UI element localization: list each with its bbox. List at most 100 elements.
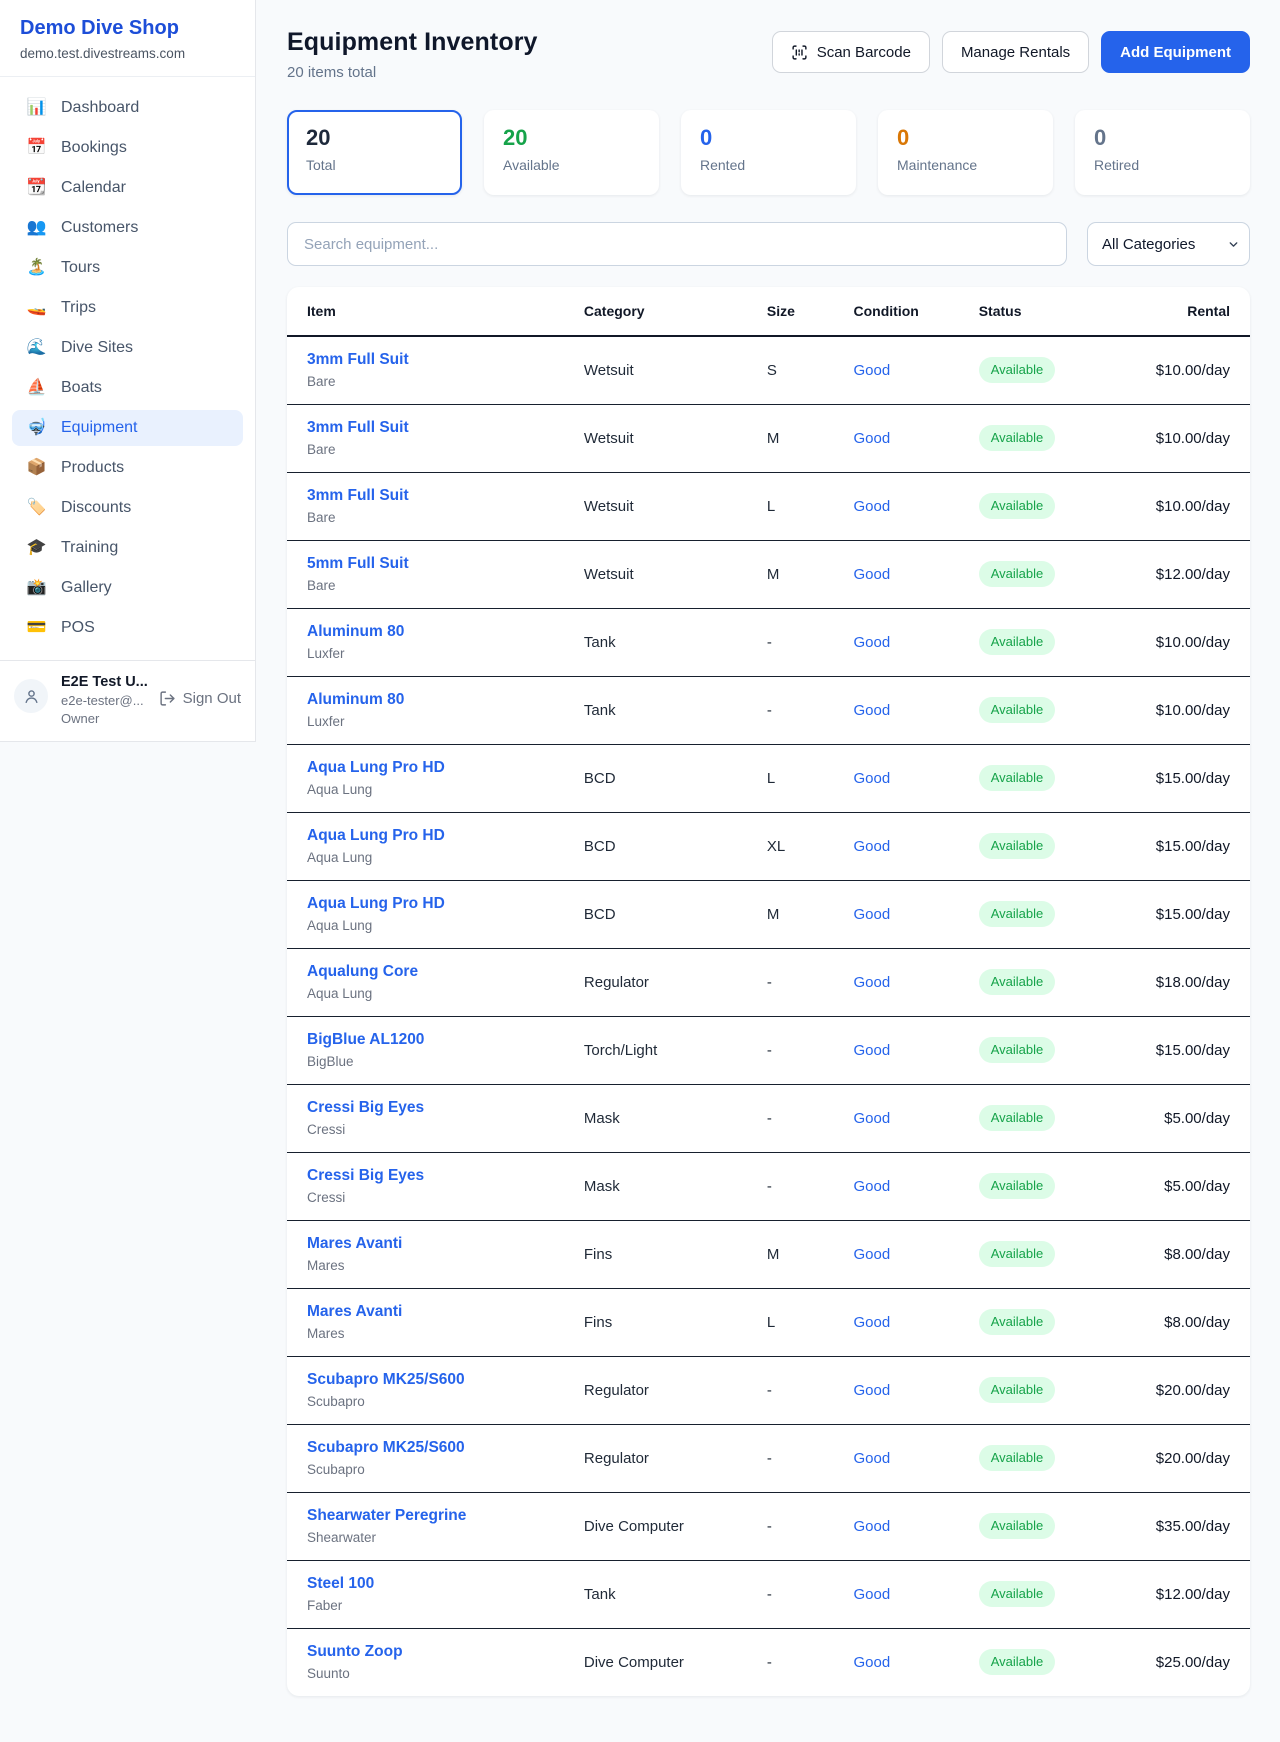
item-brand: BigBlue (307, 1054, 568, 1069)
condition-link[interactable]: Good (854, 1246, 891, 1263)
item-link[interactable]: Steel 100 (307, 1575, 568, 1593)
sidebar-item-customers[interactable]: 👥 Customers (12, 210, 243, 246)
item-link[interactable]: Scubapro MK25/S600 (307, 1371, 568, 1389)
condition-link[interactable]: Good (854, 1450, 891, 1467)
status-badge: Available (979, 493, 1056, 519)
item-brand: Bare (307, 374, 568, 389)
sidebar-item-pos[interactable]: 💳 POS (12, 610, 243, 646)
sidebar-item-label: Discounts (61, 499, 131, 517)
category-select-wrap: All Categories (1087, 222, 1250, 266)
sidebar-item-equipment[interactable]: 🤿 Equipment (12, 410, 243, 446)
table-row: Mares Avanti Mares Fins L Good Available… (287, 1288, 1250, 1356)
sidebar-item-dashboard[interactable]: 📊 Dashboard (12, 90, 243, 126)
item-link[interactable]: Aluminum 80 (307, 623, 568, 641)
stat-card-available[interactable]: 20 Available (484, 110, 659, 195)
item-brand: Bare (307, 578, 568, 593)
condition-link[interactable]: Good (854, 702, 891, 719)
condition-link[interactable]: Good (854, 566, 891, 583)
category-cell: Wetsuit (576, 336, 759, 404)
user-name: E2E Test U... (61, 674, 146, 690)
rental-cell: $18.00/day (1134, 948, 1250, 1016)
condition-link[interactable]: Good (854, 1382, 891, 1399)
item-link[interactable]: Scubapro MK25/S600 (307, 1439, 568, 1457)
item-link[interactable]: Mares Avanti (307, 1303, 568, 1321)
sidebar-item-products[interactable]: 📦 Products (12, 450, 243, 486)
condition-link[interactable]: Good (854, 1586, 891, 1603)
item-brand: Mares (307, 1326, 568, 1341)
stat-card-rented[interactable]: 0 Rented (681, 110, 856, 195)
item-link[interactable]: Cressi Big Eyes (307, 1167, 568, 1185)
item-link[interactable]: Aluminum 80 (307, 691, 568, 709)
item-link[interactable]: Shearwater Peregrine (307, 1507, 568, 1525)
condition-link[interactable]: Good (854, 1110, 891, 1127)
stat-card-maintenance[interactable]: 0 Maintenance (878, 110, 1053, 195)
sidebar-item-dive-sites[interactable]: 🌊 Dive Sites (12, 330, 243, 366)
item-link[interactable]: Mares Avanti (307, 1235, 568, 1253)
condition-link[interactable]: Good (854, 770, 891, 787)
bookings-icon: 📅 (26, 140, 47, 156)
item-link[interactable]: Aqua Lung Pro HD (307, 895, 568, 913)
condition-link[interactable]: Good (854, 974, 891, 991)
item-brand: Bare (307, 442, 568, 457)
category-cell: BCD (576, 744, 759, 812)
condition-link[interactable]: Good (854, 1314, 891, 1331)
manage-rentals-label: Manage Rentals (961, 44, 1070, 61)
sidebar-item-training[interactable]: 🎓 Training (12, 530, 243, 566)
rental-cell: $10.00/day (1134, 472, 1250, 540)
table-row: 5mm Full Suit Bare Wetsuit M Good Availa… (287, 540, 1250, 608)
condition-link[interactable]: Good (854, 634, 891, 651)
sidebar-item-bookings[interactable]: 📅 Bookings (12, 130, 243, 166)
scan-barcode-button[interactable]: Scan Barcode (772, 31, 930, 73)
condition-link[interactable]: Good (854, 498, 891, 515)
item-link[interactable]: Aqua Lung Pro HD (307, 759, 568, 777)
condition-link[interactable]: Good (854, 1518, 891, 1535)
item-link[interactable]: Aqualung Core (307, 963, 568, 981)
search-input[interactable] (287, 222, 1067, 266)
manage-rentals-button[interactable]: Manage Rentals (942, 31, 1089, 73)
table-row: Steel 100 Faber Tank - Good Available $1… (287, 1560, 1250, 1628)
equipment-table: Item Category Size Condition Status Rent… (287, 287, 1250, 1696)
category-cell: Regulator (576, 1424, 759, 1492)
size-cell: - (759, 1356, 846, 1424)
boats-icon: ⛵ (26, 380, 47, 396)
item-link[interactable]: 3mm Full Suit (307, 487, 568, 505)
rental-cell: $12.00/day (1134, 540, 1250, 608)
condition-link[interactable]: Good (854, 1654, 891, 1671)
item-link[interactable]: Suunto Zoop (307, 1643, 568, 1661)
stat-card-total[interactable]: 20 Total (287, 110, 462, 195)
sidebar-item-boats[interactable]: ⛵ Boats (12, 370, 243, 406)
sign-out-button[interactable]: Sign Out (159, 690, 241, 707)
sidebar-item-label: Dashboard (61, 99, 139, 117)
sidebar-nav: 📊 Dashboard 📅 Bookings 📆 Calendar 👥 Cust… (0, 77, 255, 660)
sidebar-item-tours[interactable]: 🏝️ Tours (12, 250, 243, 286)
size-cell: - (759, 1628, 846, 1696)
item-link[interactable]: BigBlue AL1200 (307, 1031, 568, 1049)
condition-link[interactable]: Good (854, 906, 891, 923)
main-content: Equipment Inventory 20 items total Scan … (256, 0, 1280, 1696)
sidebar-item-discounts[interactable]: 🏷️ Discounts (12, 490, 243, 526)
condition-link[interactable]: Good (854, 1178, 891, 1195)
sidebar-item-calendar[interactable]: 📆 Calendar (12, 170, 243, 206)
condition-link[interactable]: Good (854, 430, 891, 447)
item-brand: Suunto (307, 1666, 568, 1681)
sidebar-item-gallery[interactable]: 📸 Gallery (12, 570, 243, 606)
item-link[interactable]: 5mm Full Suit (307, 555, 568, 573)
item-link[interactable]: 3mm Full Suit (307, 419, 568, 437)
sidebar-item-trips[interactable]: 🚤 Trips (12, 290, 243, 326)
condition-link[interactable]: Good (854, 838, 891, 855)
category-select[interactable]: All Categories (1087, 222, 1250, 266)
rental-cell: $12.00/day (1134, 1560, 1250, 1628)
add-equipment-button[interactable]: Add Equipment (1101, 31, 1250, 73)
item-link[interactable]: Cressi Big Eyes (307, 1099, 568, 1117)
stat-card-retired[interactable]: 0 Retired (1075, 110, 1250, 195)
condition-link[interactable]: Good (854, 1042, 891, 1059)
item-link[interactable]: 3mm Full Suit (307, 351, 568, 369)
item-link[interactable]: Aqua Lung Pro HD (307, 827, 568, 845)
column-header-rental: Rental (1134, 287, 1250, 336)
stat-value: 0 (700, 126, 837, 150)
category-cell: BCD (576, 880, 759, 948)
trips-icon: 🚤 (26, 300, 47, 316)
item-brand: Luxfer (307, 714, 568, 729)
condition-link[interactable]: Good (854, 362, 891, 379)
item-brand: Aqua Lung (307, 850, 568, 865)
